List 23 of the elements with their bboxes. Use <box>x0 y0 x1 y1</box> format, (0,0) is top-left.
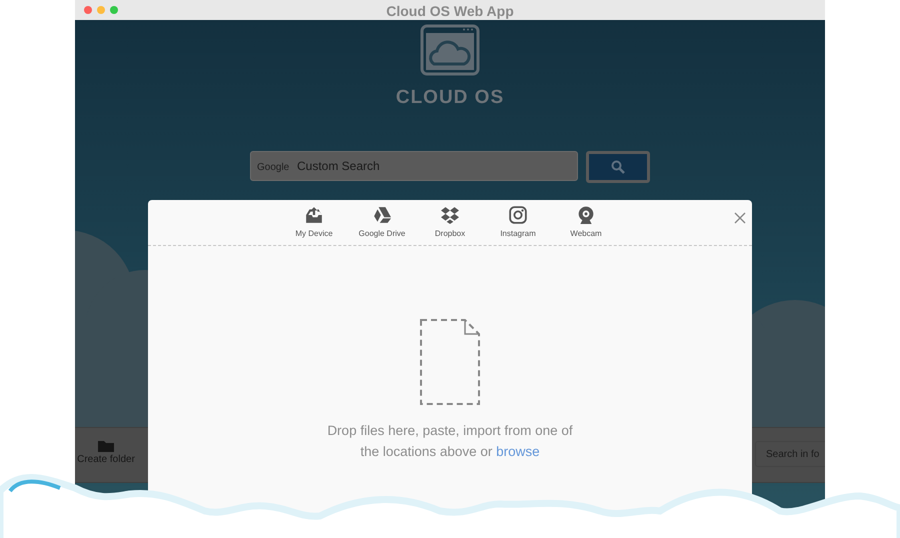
triangle-drive-icon <box>373 206 391 224</box>
close-icon <box>734 212 746 224</box>
logo-text: CLOUD OS <box>396 86 504 110</box>
folder-icon <box>98 440 114 452</box>
drop-instructions: Drop files here, paste, import from one of the locations above or browse <box>326 422 574 461</box>
cloud-window-logo-icon <box>420 24 480 76</box>
camera-icon <box>509 206 527 224</box>
search-button[interactable] <box>586 150 650 182</box>
webcam-icon <box>577 206 595 224</box>
minimize-dot[interactable] <box>97 6 105 14</box>
dropbox-icon <box>441 206 459 224</box>
tray-upload-icon <box>305 206 323 224</box>
source-tab[interactable]: Dropbox <box>416 200 484 245</box>
document-icon <box>419 318 481 406</box>
engine-label: Google <box>257 160 290 174</box>
zoom-dot[interactable] <box>110 6 118 14</box>
window-title: Cloud OS Web App <box>386 3 514 19</box>
source-tab[interactable]: Webcam <box>552 200 620 245</box>
source-tab[interactable]: Instagram <box>484 200 552 245</box>
source-tab[interactable]: My Device <box>280 200 348 245</box>
source-tab[interactable]: Google Drive <box>348 200 416 245</box>
search-icon <box>611 160 625 174</box>
close-dot[interactable] <box>84 6 92 14</box>
